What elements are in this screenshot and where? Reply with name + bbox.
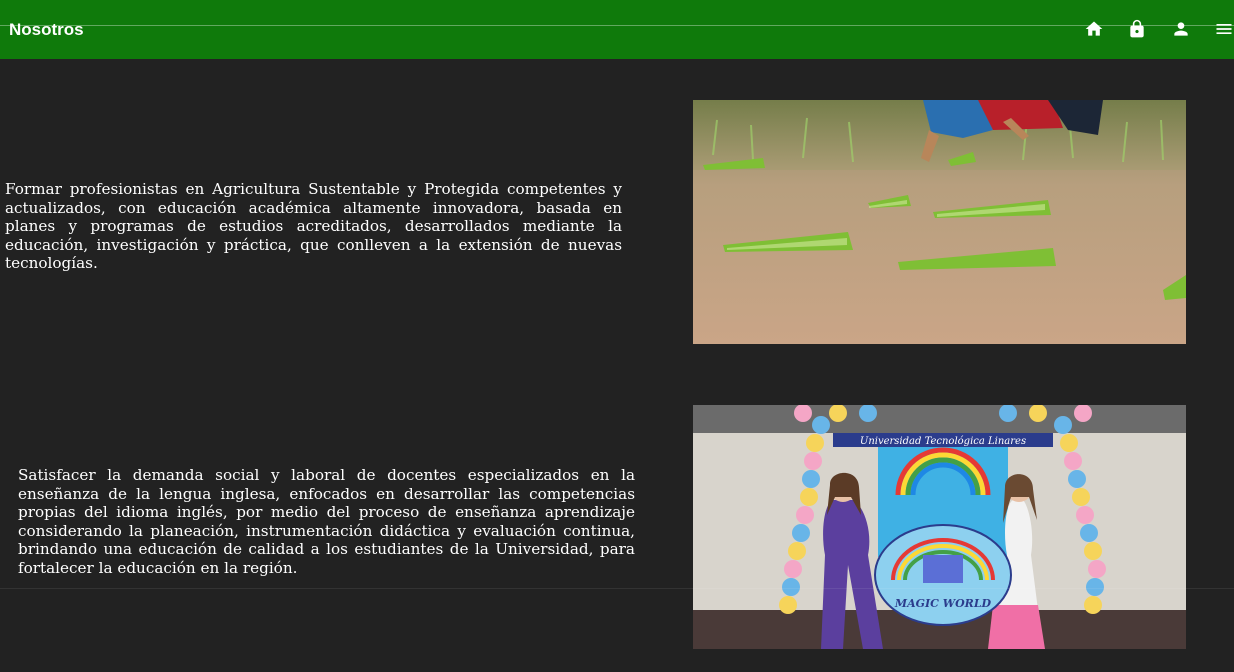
top-app-bar: Nosotros — [0, 0, 1234, 59]
rice-paddy-photo — [693, 100, 1186, 344]
top-bar-divider — [0, 25, 1234, 26]
lock-icon[interactable] — [1127, 19, 1147, 39]
university-banner-text: Universidad Tecnológica Linares — [860, 436, 1026, 447]
home-icon[interactable] — [1084, 19, 1104, 39]
magic-world-sign-text: MAGIC WORLD — [894, 597, 992, 610]
menu-icon[interactable] — [1214, 19, 1234, 39]
page-title: Nosotros — [9, 20, 84, 39]
magic-world-event-photo: Universidad Tecnológica Linares MAGIC WO… — [693, 405, 1186, 649]
user-icon[interactable] — [1171, 19, 1191, 39]
english-teaching-mission-text: Satisfacer la demanda social y laboral d… — [18, 466, 635, 577]
content-divider — [0, 588, 1234, 589]
agriculture-mission-text: Formar profesionistas en Agricultura Sus… — [5, 180, 622, 273]
